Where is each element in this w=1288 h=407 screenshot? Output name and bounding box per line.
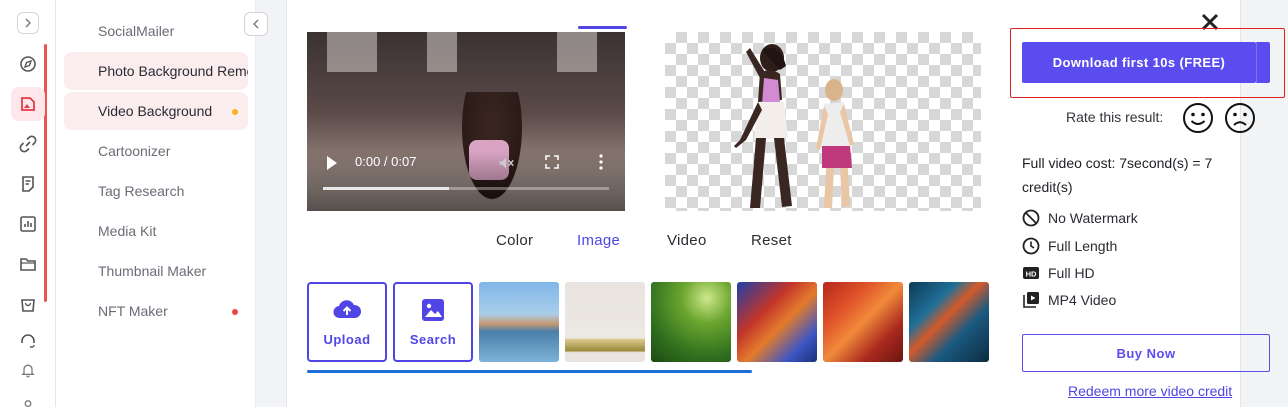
feature-label: Full Length <box>1048 238 1118 254</box>
hd-icon: HD <box>1023 267 1039 279</box>
image-icon <box>422 298 444 321</box>
chevron-right-icon <box>25 18 31 28</box>
happy-face-icon[interactable] <box>1182 102 1214 134</box>
video-progress-fill <box>323 187 449 190</box>
fullscreen-icon[interactable] <box>545 155 559 169</box>
upload-label: Upload <box>323 331 371 347</box>
new-badge-dot <box>232 309 238 315</box>
sidebar-item-label: Photo Background Remover <box>98 63 248 79</box>
video-progress-track[interactable] <box>323 187 609 190</box>
expand-rail-button[interactable] <box>17 12 39 34</box>
redeem-credit-link[interactable]: Redeem more video credit <box>1068 383 1232 399</box>
feature-label: MP4 Video <box>1048 292 1117 308</box>
background-thumbnail-pineapples[interactable] <box>565 282 645 362</box>
sidebar-item-label: Tag Research <box>98 183 185 199</box>
original-video-player[interactable]: 0:00 / 0:07 <box>307 32 625 211</box>
document-icon <box>22 176 34 192</box>
cutout-subjects <box>734 44 854 208</box>
video-file-icon <box>1023 292 1039 308</box>
cloud-upload-icon <box>333 299 362 318</box>
collapse-sidebar-button[interactable] <box>244 12 268 36</box>
tab-reset[interactable]: Reset <box>751 232 792 249</box>
rail-accent-bar <box>44 44 47 302</box>
link-icon <box>19 135 37 153</box>
bell-icon <box>21 364 35 378</box>
support-icon <box>21 334 35 348</box>
photo-tools-icon <box>21 97 35 111</box>
new-badge-dot <box>232 109 238 115</box>
feature-label: Full HD <box>1048 265 1095 281</box>
sad-face-icon[interactable] <box>1224 102 1256 134</box>
video-time: 0:00 / 0:07 <box>355 154 417 169</box>
sidebar-item-socialmailer[interactable]: SocialMailer <box>64 12 248 50</box>
rail-item-analytics[interactable] <box>14 210 42 238</box>
feature-mp4-video: MP4 Video <box>1022 290 1116 310</box>
sidebar-item-thumbnail-maker[interactable]: Thumbnail Maker <box>64 252 248 290</box>
tab-color[interactable]: Color <box>496 232 533 249</box>
rail-item-account[interactable] <box>14 392 42 407</box>
sidebar-item-photo-background-remover[interactable]: Photo Background Remover <box>64 52 248 90</box>
video-frame-detail <box>427 32 457 72</box>
search-label: Search <box>409 331 457 347</box>
rail-item-document[interactable] <box>14 170 42 198</box>
sidebar-item-label: Video Background <box>98 103 213 119</box>
sidebar-item-media-kit[interactable]: Media Kit <box>64 212 248 250</box>
feature-full-hd: HD Full HD <box>1022 263 1095 283</box>
folder-icon <box>20 258 36 271</box>
background-thumbnail-city-skyline[interactable] <box>479 282 559 362</box>
sidebar-item-label: Thumbnail Maker <box>98 263 207 279</box>
buy-now-button[interactable]: Buy Now <box>1022 334 1270 372</box>
icon-rail <box>0 0 56 407</box>
sidebar-item-nft-maker[interactable]: NFT Maker <box>64 292 248 330</box>
rail-item-support[interactable] <box>14 327 42 355</box>
sidebar-item-label: Cartoonizer <box>98 143 171 159</box>
feature-full-length: Full Length <box>1022 236 1117 256</box>
background-thumbnail-abstract-teal[interactable] <box>909 282 989 362</box>
search-images-button[interactable]: Search <box>393 282 473 362</box>
rail-item-folder[interactable] <box>14 250 42 278</box>
download-options-button[interactable] <box>1256 42 1270 83</box>
upload-button[interactable]: Upload <box>307 282 387 362</box>
active-tab-indicator <box>578 26 627 29</box>
background-removed-preview <box>665 32 981 211</box>
download-free-button[interactable]: Download first 10s (FREE) <box>1022 42 1256 83</box>
no-watermark-icon <box>1022 209 1040 227</box>
sidebar-item-cartoonizer[interactable]: Cartoonizer <box>64 132 248 170</box>
video-frame-detail <box>327 32 377 72</box>
sidebar-item-label: Media Kit <box>98 223 157 239</box>
mute-icon[interactable] <box>497 154 515 172</box>
tab-image[interactable]: Image <box>577 232 620 249</box>
rate-result-label: Rate this result: <box>1066 109 1164 125</box>
video-cost-text: Full video cost: 7second(s) = 7 credit(s… <box>1022 155 1213 195</box>
sidebar-item-video-background[interactable]: Video Background <box>64 92 248 130</box>
feature-no-watermark: No Watermark <box>1022 208 1138 228</box>
rail-item-explore[interactable] <box>14 50 42 78</box>
background-thumbnail-abstract-orange[interactable] <box>823 282 903 362</box>
rail-item-photo-tools[interactable] <box>11 87 45 121</box>
chevron-left-icon <box>253 19 259 29</box>
sidebar-item-tag-research[interactable]: Tag Research <box>64 172 248 210</box>
play-icon[interactable] <box>327 156 337 170</box>
tab-video[interactable]: Video <box>667 232 707 249</box>
rail-item-link[interactable] <box>14 130 42 158</box>
clock-icon <box>1022 237 1040 255</box>
analytics-icon <box>20 216 36 232</box>
explore-icon <box>20 56 36 72</box>
thumbnail-scrollbar[interactable] <box>307 370 752 373</box>
rail-item-notifications[interactable] <box>14 356 42 384</box>
svg-text:HD: HD <box>1026 269 1037 278</box>
shopping-bag-icon <box>21 299 35 312</box>
video-frame-detail <box>557 32 597 72</box>
tools-sidebar: SocialMailer Photo Background Remover Vi… <box>56 0 256 407</box>
more-options-icon[interactable] <box>599 154 603 170</box>
feature-label: No Watermark <box>1048 210 1138 226</box>
sidebar-item-label: NFT Maker <box>98 303 168 319</box>
background-thumbnail-green-leaves[interactable] <box>651 282 731 362</box>
background-thumbnail-abstract-blue-red[interactable] <box>737 282 817 362</box>
user-icon <box>24 400 32 407</box>
sidebar-item-label: SocialMailer <box>98 23 175 39</box>
rail-item-shop[interactable] <box>14 290 42 318</box>
app-window: SocialMailer Photo Background Remover Vi… <box>0 0 1288 407</box>
